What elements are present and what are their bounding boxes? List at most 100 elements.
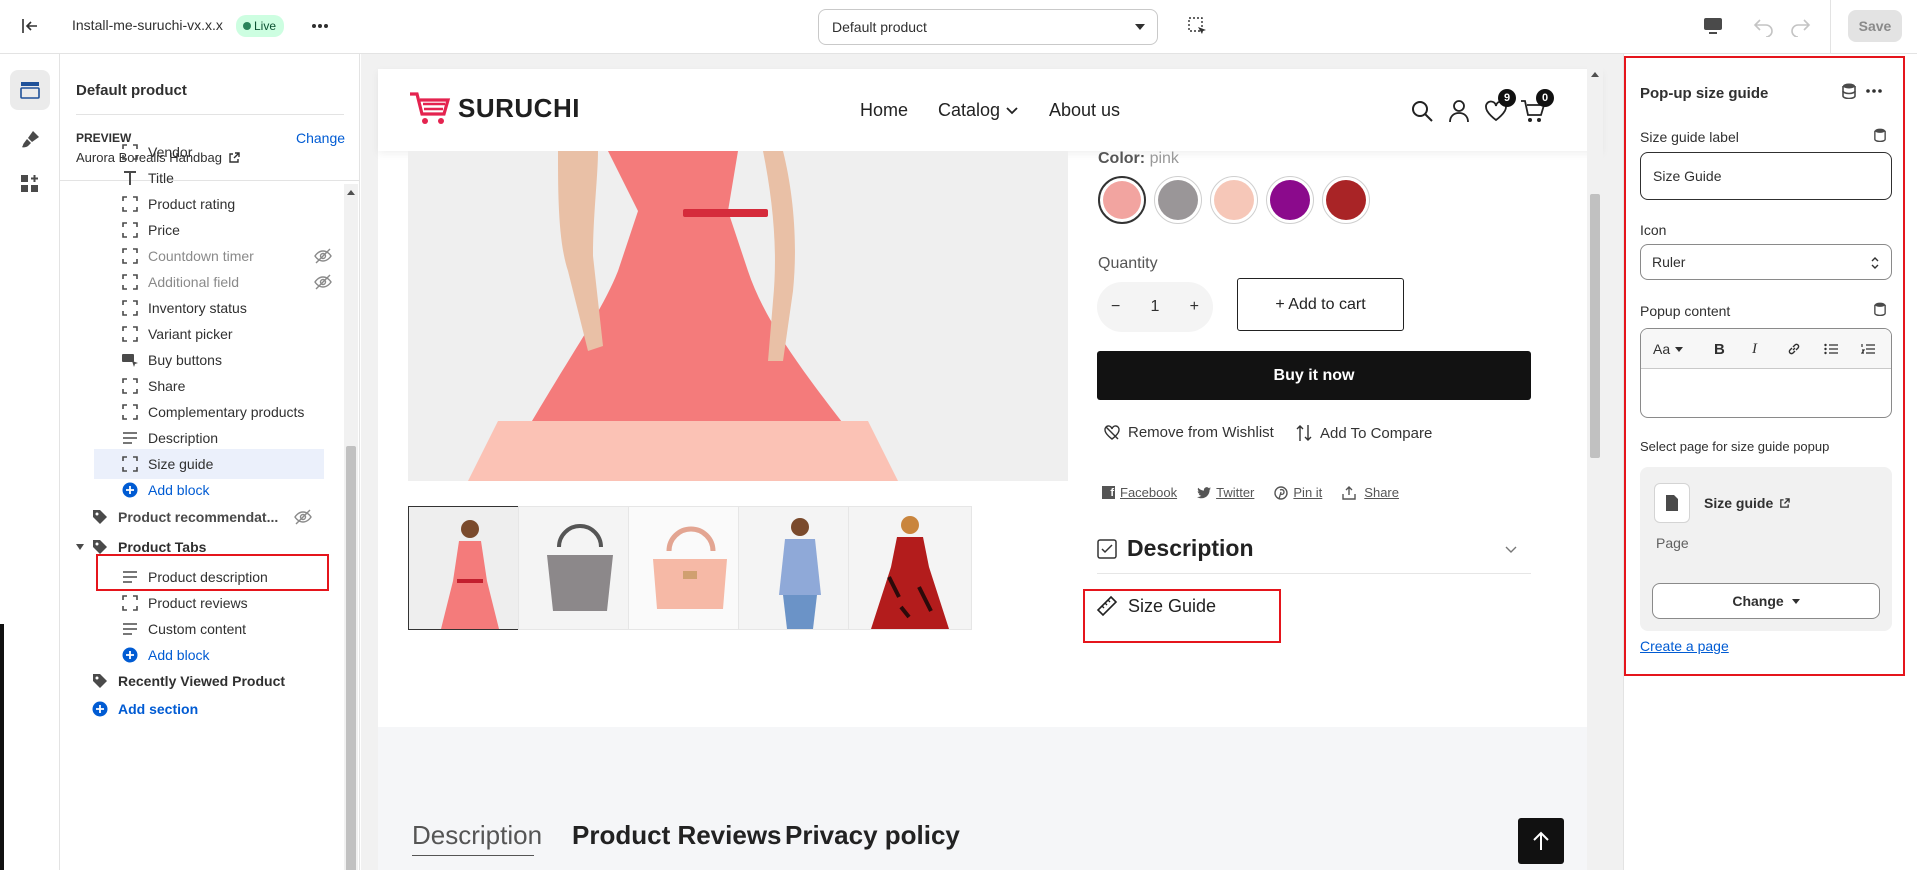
back-to-top-button[interactable] [1518,818,1564,864]
tab-privacy-policy[interactable]: Privacy policy [785,820,960,851]
paintbrush-icon [19,129,41,151]
tab-block-add-block[interactable]: Add block [94,640,324,670]
desktop-view-icon[interactable] [1702,16,1724,36]
block-label: Share [148,378,186,394]
top-bar: Install-me-suruchi-vx.x.x Live Default p… [0,0,1917,54]
share-facebook[interactable]: f Facebook [1102,485,1177,500]
nav-catalog[interactable]: Catalog [938,100,1018,121]
block-label: Product reviews [148,595,248,611]
template-select[interactable]: Default product [818,9,1158,45]
block-label: Vendor [148,144,193,160]
section-label: Product Tabs [118,539,207,555]
share-icon [1342,485,1356,500]
main-product-image[interactable] [408,151,1068,481]
text-icon [120,168,140,188]
quantity-stepper[interactable]: − 1 + [1097,282,1213,332]
share-generic-label: Share [1364,485,1399,500]
highlight-size-guide-block [96,554,329,591]
block-icon [120,246,140,266]
scrollbar-thumb[interactable] [346,446,356,870]
product-thumbnail[interactable] [518,506,642,630]
share-twitter-label: Twitter [1216,485,1255,500]
block-icon [120,220,140,240]
chevron-down-icon [1505,546,1517,554]
add-to-cart-button[interactable]: + Add to cart [1237,278,1404,331]
tab-product-reviews[interactable]: Product Reviews [572,820,782,851]
share-pinterest[interactable]: Pin it [1274,485,1322,500]
block-label: Additional field [148,274,240,290]
block-label: Description [148,430,219,446]
heart-broken-icon [1104,424,1120,441]
share-twitter[interactable]: Twitter [1197,485,1254,500]
store-header: SURUCHI Home Catalog About us 9 0 [378,69,1602,151]
caret-down-icon [76,544,84,550]
hidden-eye-icon[interactable] [294,509,312,525]
block-icon [120,272,140,292]
block-label: Variant picker [148,326,233,342]
hidden-eye-icon[interactable] [314,274,332,290]
pinterest-icon [1274,485,1289,500]
color-swatch[interactable] [1210,176,1258,224]
undo-icon[interactable] [1752,15,1776,37]
save-button[interactable]: Save [1848,10,1902,42]
facebook-icon: f [1102,486,1115,499]
color-swatch[interactable] [1322,176,1370,224]
section-add-section[interactable]: Add section [60,694,340,724]
product-thumbnail[interactable] [738,506,862,630]
tag-icon [90,507,110,527]
inspector-icon[interactable] [1187,16,1209,38]
share-facebook-label: Facebook [1120,485,1178,500]
buy-now-button[interactable]: Buy it now [1097,351,1531,400]
remove-wishlist-label: Remove from Wishlist [1128,424,1274,441]
sidebar-title-divider [76,114,344,115]
nav-about[interactable]: About us [1049,100,1120,121]
section-recently-viewed-product[interactable]: Recently Viewed Product [60,666,340,696]
sidebar-scrollbar[interactable] [344,184,358,870]
share-generic[interactable]: Share [1342,485,1399,500]
logo-text: SURUCHI [458,92,580,123]
block-add-block[interactable]: Add block [94,475,324,505]
quantity-label: Quantity [1098,255,1158,272]
block-icon [120,194,140,214]
save-button-label: Save [1858,18,1892,34]
plus-circle-icon [120,645,140,665]
product-tabs-section [378,727,1602,870]
share-pinterest-label: Pin it [1293,485,1323,500]
exit-icon[interactable] [20,16,40,36]
nav-catalog-label: Catalog [938,100,1001,120]
product-thumbnail[interactable] [848,506,972,630]
sections-tab[interactable] [10,70,50,110]
product-thumbnail[interactable] [628,506,752,630]
color-swatch[interactable] [1098,176,1146,224]
more-options-icon[interactable] [308,16,332,36]
tab-description[interactable]: Description [412,820,542,851]
nav-home[interactable]: Home [860,100,908,121]
section-product-recommendat[interactable]: Product recommendat... [60,502,340,532]
theme-settings-tab[interactable] [10,120,50,160]
color-swatch[interactable] [1266,176,1314,224]
hidden-eye-icon[interactable] [314,248,332,264]
add-compare-link[interactable]: Add To Compare [1296,424,1432,442]
section-label: Product recommendat... [118,509,279,525]
search-icon[interactable] [1410,99,1434,123]
decrement-button[interactable]: − [1111,298,1120,316]
remove-wishlist-link[interactable]: Remove from Wishlist [1104,424,1274,441]
preview-scrollbar[interactable] [1587,66,1603,870]
block-label: Add block [148,647,210,663]
section-sidebar: Default product PREVIEW Change Aurora Bo… [60,54,360,870]
color-swatch[interactable] [1154,176,1202,224]
increment-button[interactable]: + [1190,298,1199,316]
apps-tab[interactable] [10,164,50,204]
quantity-value[interactable]: 1 [1151,298,1160,316]
share-links: f Facebook Twitter Pin it Share [1102,485,1399,500]
description-accordion[interactable]: Description [1097,524,1531,574]
redo-icon[interactable] [1788,15,1812,37]
logo[interactable]: SURUCHI [408,90,580,126]
account-icon[interactable] [1448,99,1470,123]
color-label: Color: [1098,150,1146,167]
scroll-up-arrow[interactable] [1591,72,1599,77]
scroll-up-arrow[interactable] [347,190,355,195]
chevron-down-icon [1006,106,1018,115]
scrollbar-thumb[interactable] [1590,194,1600,458]
product-thumbnail[interactable] [408,506,532,630]
